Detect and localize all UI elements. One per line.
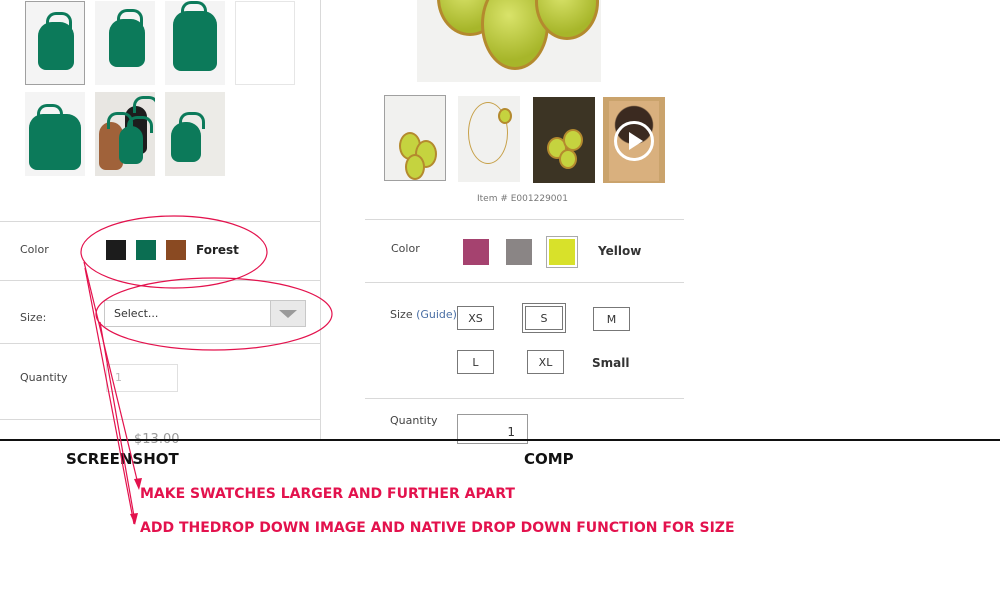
product-thumbnail-6[interactable]: [165, 92, 225, 176]
comp-thumbnail-1[interactable]: [384, 95, 446, 181]
product-thumbnail-5[interactable]: [95, 92, 155, 176]
size-label-text: Size: [390, 308, 413, 321]
divider: [0, 419, 320, 420]
item-number: Item # E001229001: [477, 194, 568, 204]
note-swatches: MAKE SWATCHES LARGER AND FURTHER APART: [140, 486, 515, 502]
size-option-xl[interactable]: XL: [527, 350, 564, 374]
comp-thumbnail-3[interactable]: [533, 97, 595, 183]
size-option-m[interactable]: M: [593, 307, 630, 331]
selected-color-name: Forest: [196, 243, 239, 257]
product-thumbnail-4[interactable]: [25, 92, 85, 176]
product-thumbnail-2[interactable]: [95, 1, 155, 85]
color-label: Color: [20, 243, 49, 256]
chevron-down-icon[interactable]: [270, 301, 305, 326]
comp-selected-color-name: Yellow: [598, 244, 642, 258]
size-option-l[interactable]: L: [457, 350, 494, 374]
comp-quantity-value: 1: [507, 425, 515, 439]
swatch-gray[interactable]: [506, 239, 532, 265]
note-dropdown: ADD THEDROP DOWN IMAGE AND NATIVE DROP D…: [140, 520, 735, 536]
product-thumbnail-1[interactable]: [25, 1, 85, 85]
quantity-label: Quantity: [20, 371, 68, 384]
divider: [0, 221, 320, 222]
size-select[interactable]: Select...: [104, 300, 306, 327]
comp-caption: COMP: [524, 450, 574, 468]
size-select-value: Select...: [114, 307, 159, 320]
size-guide-link[interactable]: (Guide): [416, 308, 457, 321]
comp-thumbnail-2[interactable]: [458, 96, 520, 182]
swatch-forest[interactable]: [136, 240, 156, 260]
size-option-s[interactable]: S: [522, 303, 566, 333]
comp-size-label: Size (Guide): [390, 308, 457, 321]
comp-selected-size-name: Small: [592, 356, 630, 370]
divider: [365, 282, 684, 283]
quantity-value: 1: [115, 371, 122, 384]
swatch-black[interactable]: [106, 240, 126, 260]
screenshot-caption: SCREENSHOT: [66, 450, 179, 468]
product-thumbnail-3[interactable]: [165, 1, 225, 85]
swatch-magenta[interactable]: [463, 239, 489, 265]
product-thumbnail-empty: [235, 1, 295, 85]
comp-quantity-label: Quantity: [390, 414, 438, 427]
arrowhead-2: [130, 513, 138, 525]
play-icon[interactable]: [614, 121, 654, 161]
divider: [365, 219, 684, 220]
comp-color-label: Color: [391, 242, 420, 255]
product-main-image: [417, 0, 601, 82]
comp-video-thumbnail[interactable]: [603, 97, 665, 183]
divider: [365, 398, 684, 399]
divider: [0, 280, 320, 281]
screenshot-panel: Color Forest Size: Select... Quantity 1 …: [0, 0, 321, 447]
section-divider: [0, 439, 1000, 441]
divider: [0, 343, 320, 344]
swatch-brown[interactable]: [166, 240, 186, 260]
quantity-input[interactable]: 1: [106, 364, 178, 392]
size-label: Size:: [20, 311, 47, 324]
swatch-yellow[interactable]: [546, 236, 578, 268]
size-option-xs[interactable]: XS: [457, 306, 494, 330]
